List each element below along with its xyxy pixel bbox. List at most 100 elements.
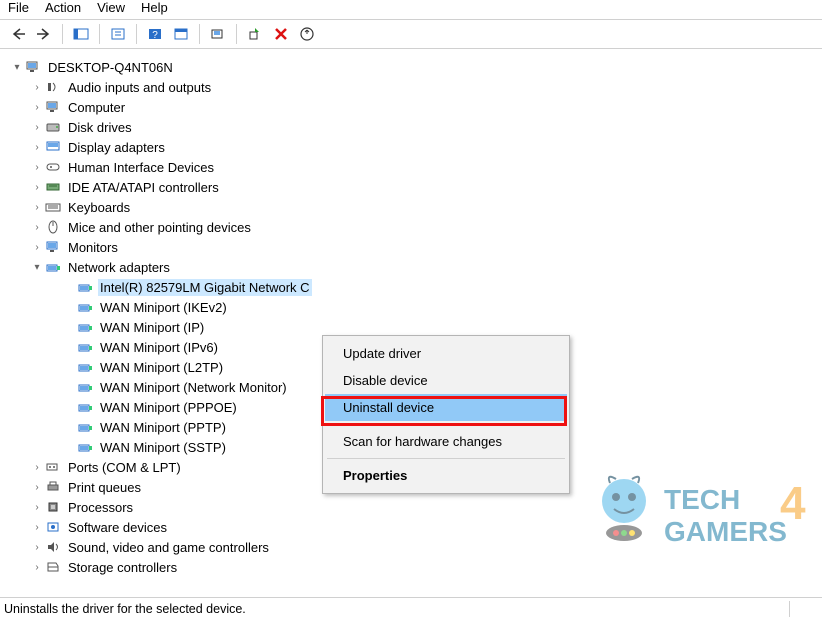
pane-icon — [73, 27, 89, 41]
tree-category-label: Disk drives — [66, 119, 134, 136]
context-properties[interactable]: Properties — [325, 462, 567, 489]
list-icon — [173, 27, 189, 41]
disk-icon — [44, 119, 62, 135]
tree-root[interactable]: ▾ DESKTOP-Q4NT06N — [10, 57, 822, 77]
properties-button[interactable] — [106, 22, 130, 46]
context-update-driver[interactable]: Update driver — [325, 340, 567, 367]
display-icon — [44, 139, 62, 155]
chevron-right-icon[interactable]: › — [30, 122, 44, 133]
tree-category[interactable]: ›Processors — [10, 497, 822, 517]
chevron-right-icon[interactable]: › — [30, 182, 44, 193]
tree-device[interactable]: Intel(R) 82579LM Gigabit Network C — [10, 277, 822, 297]
tree-category[interactable]: › Human Interface Devices — [10, 157, 822, 177]
update-button[interactable] — [295, 22, 319, 46]
chevron-right-icon[interactable]: › — [30, 562, 44, 573]
tree-category[interactable]: › Storage controllers — [10, 557, 822, 577]
arrow-left-icon — [10, 27, 26, 41]
toolbar: ? — [0, 19, 822, 49]
tree-category[interactable]: › Software devices — [10, 517, 822, 537]
tree-device-label: Intel(R) 82579LM Gigabit Network C — [98, 279, 312, 296]
audio-icon — [44, 79, 62, 95]
tree-category-label: Audio inputs and outputs — [66, 79, 213, 96]
tree-device[interactable]: WAN Miniport (IP) — [10, 317, 822, 337]
printer-icon — [44, 479, 62, 495]
scan-icon — [210, 26, 226, 42]
tree-category-label: Print queues — [66, 479, 143, 496]
tree-category[interactable]: › Computer — [10, 97, 822, 117]
computer-icon — [44, 99, 62, 115]
menubar: File Action View Help — [0, 0, 822, 19]
tree-device-label: WAN Miniport (SSTP) — [98, 439, 228, 456]
storage-icon — [44, 559, 62, 575]
tree-category-label: Keyboards — [66, 199, 132, 216]
chevron-right-icon[interactable]: › — [30, 82, 44, 93]
chevron-right-icon[interactable]: › — [30, 162, 44, 173]
view-button[interactable] — [169, 22, 193, 46]
tree-device-label: WAN Miniport (PPTP) — [98, 419, 228, 436]
context-uninstall-device[interactable]: Uninstall device — [325, 394, 567, 421]
tree-category[interactable]: › Display adapters — [10, 137, 822, 157]
chevron-right-icon[interactable]: › — [30, 542, 44, 553]
tree-device-label: WAN Miniport (IP) — [98, 319, 206, 336]
uninstall-button[interactable] — [269, 22, 293, 46]
help-icon: ? — [147, 27, 163, 41]
keyboard-icon — [44, 199, 62, 215]
software-icon — [44, 519, 62, 535]
chevron-down-icon[interactable]: ▾ — [30, 262, 44, 273]
tree-category[interactable]: ›IDE ATA/ATAPI controllers — [10, 177, 822, 197]
help-button[interactable]: ? — [143, 22, 167, 46]
tree-device-label: WAN Miniport (Network Monitor) — [98, 379, 289, 396]
chevron-down-icon[interactable]: ▾ — [10, 62, 24, 73]
chevron-right-icon[interactable]: › — [30, 142, 44, 153]
tree-device[interactable]: WAN Miniport (IKEv2) — [10, 297, 822, 317]
tree-category-label: Ports (COM & LPT) — [66, 459, 183, 476]
enable-icon — [247, 26, 263, 42]
context-menu: Update driver Disable device Uninstall d… — [322, 335, 570, 494]
tree-category-label: Network adapters — [66, 259, 172, 276]
network-adapter-icon — [76, 299, 94, 315]
ports-icon — [44, 459, 62, 475]
tree-category-label: Human Interface Devices — [66, 159, 216, 176]
tree-category-label: Storage controllers — [66, 559, 179, 576]
scan-button[interactable] — [206, 22, 230, 46]
chevron-right-icon[interactable]: › — [30, 522, 44, 533]
show-hide-button[interactable] — [69, 22, 93, 46]
context-scan-hardware[interactable]: Scan for hardware changes — [325, 428, 567, 455]
chevron-right-icon[interactable]: › — [30, 242, 44, 253]
network-adapter-icon — [76, 399, 94, 415]
menu-view[interactable]: View — [97, 0, 125, 15]
tree-category-label: Software devices — [66, 519, 169, 536]
chevron-right-icon[interactable]: › — [30, 102, 44, 113]
tree-category-label: Monitors — [66, 239, 120, 256]
svg-text:?: ? — [152, 30, 158, 41]
tree-category[interactable]: › Monitors — [10, 237, 822, 257]
chevron-right-icon[interactable]: › — [30, 482, 44, 493]
tree-category[interactable]: › Sound, video and game controllers — [10, 537, 822, 557]
tree-category[interactable]: › Audio inputs and outputs — [10, 77, 822, 97]
tree-category[interactable]: › Disk drives — [10, 117, 822, 137]
tree-category-label: Display adapters — [66, 139, 167, 156]
tree-category-label: Sound, video and game controllers — [66, 539, 271, 556]
device-tree[interactable]: ▾ DESKTOP-Q4NT06N › Audio inputs and outp… — [0, 49, 822, 589]
chevron-right-icon[interactable]: › — [30, 462, 44, 473]
tree-category[interactable]: ›Mice and other pointing devices — [10, 217, 822, 237]
tree-root-label: DESKTOP-Q4NT06N — [46, 59, 175, 76]
menu-file[interactable]: File — [8, 0, 29, 15]
tree-device-label: WAN Miniport (IPv6) — [98, 339, 220, 356]
forward-button[interactable] — [32, 22, 56, 46]
sound-icon — [44, 539, 62, 555]
chevron-right-icon[interactable]: › — [30, 502, 44, 513]
monitor-icon — [44, 239, 62, 255]
ide-icon — [44, 179, 62, 195]
chevron-right-icon[interactable]: › — [30, 222, 44, 233]
tree-device-label: WAN Miniport (L2TP) — [98, 359, 225, 376]
tree-category-label: Computer — [66, 99, 127, 116]
tree-category[interactable]: ▾ Network adapters — [10, 257, 822, 277]
tree-category[interactable]: › Keyboards — [10, 197, 822, 217]
menu-help[interactable]: Help — [141, 0, 168, 15]
back-button[interactable] — [6, 22, 30, 46]
chevron-right-icon[interactable]: › — [30, 202, 44, 213]
context-disable-device[interactable]: Disable device — [325, 367, 567, 394]
menu-action[interactable]: Action — [45, 0, 81, 15]
enable-button[interactable] — [243, 22, 267, 46]
